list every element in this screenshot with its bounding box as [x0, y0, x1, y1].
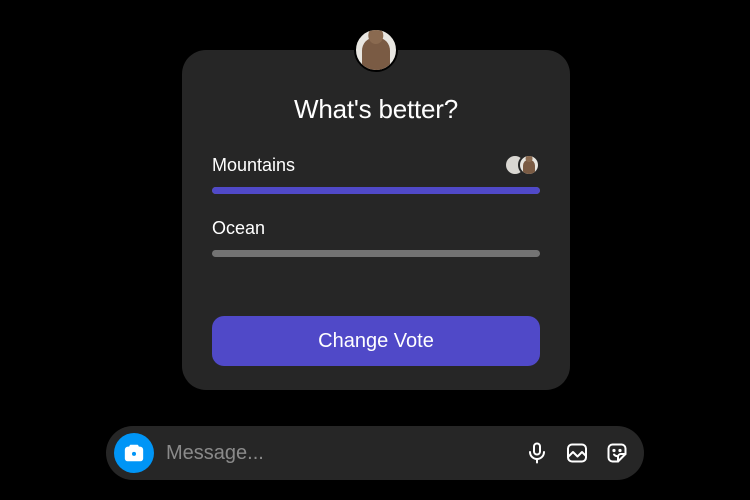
poll-option-bar-fill	[212, 187, 540, 194]
poll-option-bar	[212, 187, 540, 194]
poll-option-voters	[512, 154, 540, 176]
poll-option[interactable]: Ocean	[212, 216, 540, 257]
poll-option[interactable]: Mountains	[212, 153, 540, 194]
sticker-icon[interactable]	[604, 440, 630, 466]
poll-option-label: Ocean	[212, 218, 265, 239]
camera-icon	[121, 440, 147, 466]
image-icon[interactable]	[564, 440, 590, 466]
camera-button[interactable]	[114, 433, 154, 473]
voter-avatar	[518, 154, 540, 176]
poll-title: What's better?	[212, 94, 540, 125]
microphone-icon[interactable]	[524, 440, 550, 466]
message-composer	[106, 426, 644, 480]
poll-option-label: Mountains	[212, 155, 295, 176]
change-vote-button[interactable]: Change Vote	[212, 316, 540, 366]
poll-option-bar	[212, 250, 540, 257]
poll-card: What's better? Mountains Ocean Cha	[182, 50, 570, 390]
message-input[interactable]	[166, 442, 512, 465]
poll-author-avatar[interactable]	[354, 28, 398, 72]
